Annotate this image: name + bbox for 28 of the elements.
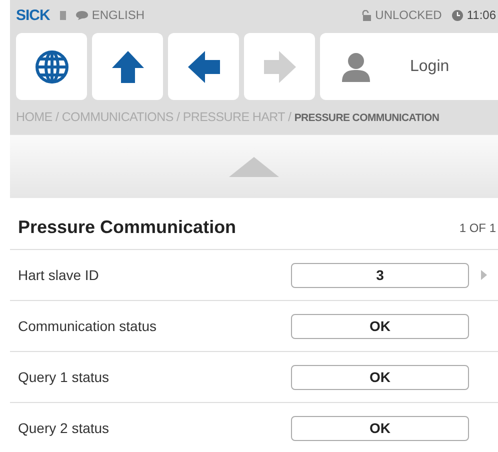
up-triangle-icon (229, 156, 279, 176)
parameter-label: Communication status (18, 318, 158, 334)
value-field: OK (291, 364, 469, 390)
parameter-label: Query 2 status (18, 420, 110, 436)
device-icon (60, 10, 66, 20)
page-counter: 1 OF 1 (459, 220, 496, 234)
speech-bubble-icon (76, 10, 88, 20)
right-arrow-icon (262, 50, 296, 84)
clock-time: 11:06 (466, 8, 496, 22)
page-title: Pressure Communication (18, 217, 236, 238)
nav-button[interactable] (16, 33, 87, 100)
nav-button[interactable] (168, 33, 239, 100)
value-field: OK (291, 314, 469, 338)
globe-icon (34, 48, 70, 84)
padlock-icon (361, 10, 372, 20)
login-button[interactable]: Login (320, 33, 498, 100)
clock-icon (452, 10, 463, 20)
user-icon (342, 52, 370, 82)
up-arrow-icon (110, 50, 144, 84)
value-field: 3 (291, 262, 469, 288)
parameter-label: Hart slave ID (18, 267, 100, 283)
language-label: ENGLISH (92, 8, 145, 22)
left-arrow-icon (186, 50, 220, 84)
lock-status: UNLOCKED (375, 8, 442, 22)
value-field: OK (291, 416, 469, 440)
parameter-label: Query 1 status (18, 369, 110, 385)
logo: SICK (16, 6, 50, 24)
nav-button[interactable] (92, 33, 163, 100)
